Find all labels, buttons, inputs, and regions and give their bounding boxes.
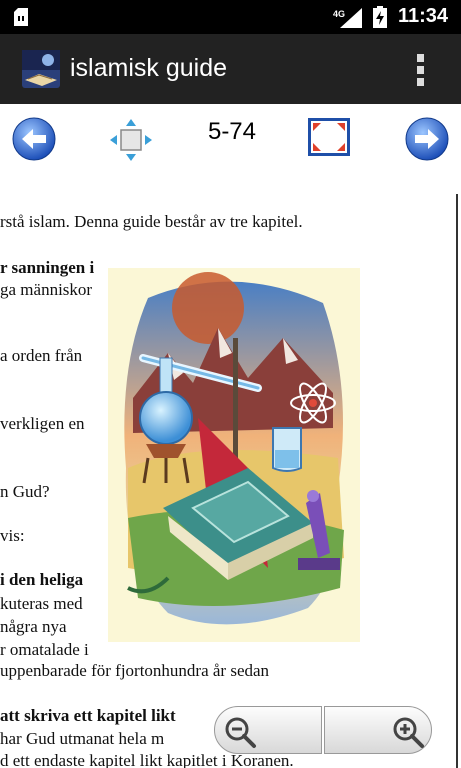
doc-line: några nya bbox=[0, 617, 67, 636]
doc-line: kuteras med bbox=[0, 594, 83, 613]
clock: 11:34 bbox=[398, 5, 449, 27]
doc-line: rstå islam. Denna guide består av tre ka… bbox=[0, 212, 303, 231]
zoom-out-button[interactable] bbox=[214, 706, 322, 754]
doc-line: a orden från bbox=[0, 346, 83, 365]
page-edge bbox=[456, 194, 458, 768]
app-title: islamisk guide bbox=[70, 54, 228, 82]
reader-toolbar: 5-74 bbox=[0, 104, 461, 288]
doc-line: uppenbarade för fjortonhundra år sedan bbox=[0, 661, 270, 680]
fit-screen-icon[interactable] bbox=[307, 117, 351, 157]
arrow-right-icon[interactable] bbox=[405, 117, 449, 161]
zoom-in-button[interactable] bbox=[324, 706, 432, 754]
doc-line: ga människor bbox=[0, 280, 93, 299]
app-bar: islamisk guide bbox=[0, 34, 461, 104]
doc-line: att skriva ett kapitel likt bbox=[0, 706, 176, 725]
page-indicator: 5-74 bbox=[207, 118, 257, 145]
app-logo-icon[interactable] bbox=[22, 50, 60, 88]
zoom-in-icon bbox=[393, 717, 424, 748]
doc-line: r omatalade i bbox=[0, 640, 89, 659]
overflow-menu-icon[interactable] bbox=[404, 50, 436, 90]
doc-line: har Gud utmanat hela m bbox=[0, 729, 165, 748]
doc-line: vis: bbox=[0, 526, 25, 545]
signal-icon bbox=[340, 8, 362, 28]
doc-line: i den heliga bbox=[0, 570, 84, 589]
move-arrows-icon[interactable] bbox=[108, 117, 154, 163]
science-book-illustration bbox=[108, 268, 360, 642]
arrow-left-icon[interactable] bbox=[12, 117, 56, 161]
doc-line: n Gud? bbox=[0, 482, 50, 501]
doc-line: verkligen en bbox=[0, 414, 85, 433]
doc-line: r sanningen i bbox=[0, 258, 95, 277]
zoom-controls bbox=[214, 706, 434, 754]
status-bar: 4G 11:34 bbox=[0, 0, 461, 34]
battery-charging-icon bbox=[373, 6, 387, 28]
document-view[interactable]: rstå islam. Denna guide består av tre ka… bbox=[0, 184, 461, 768]
sim-card-icon bbox=[14, 8, 28, 26]
zoom-out-icon bbox=[225, 717, 256, 748]
